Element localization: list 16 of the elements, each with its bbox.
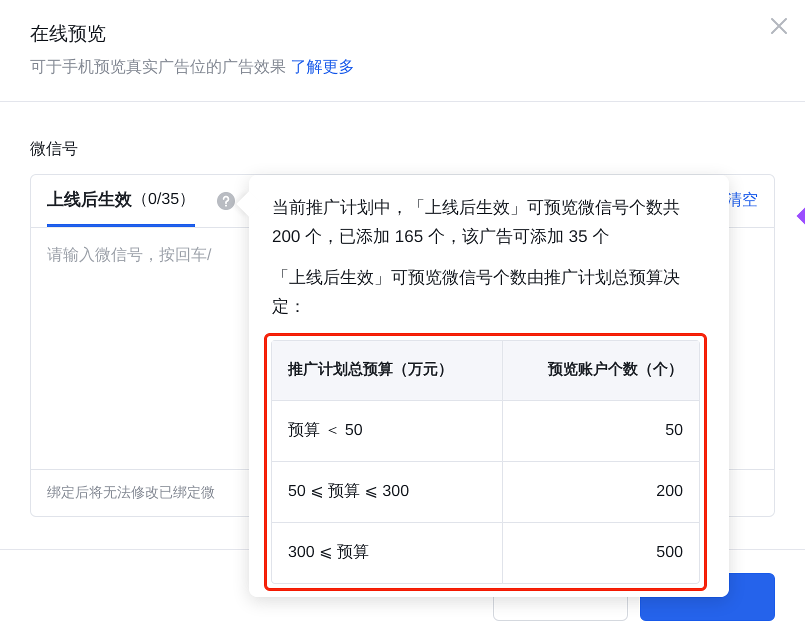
- table-cell: 500: [502, 522, 699, 583]
- dialog-subtitle: 可于手机预览真实广告位的广告效果: [30, 59, 287, 76]
- close-icon: [769, 16, 789, 36]
- tooltip-text: 当前推广计划中，「上线后生效」可预览微信号个数共 200 个，已添加 165 个，该广告可添加 35 个: [272, 197, 681, 248]
- table-cell: 50 ⩽ 预算 ⩽ 300: [272, 461, 502, 522]
- column-header: 预览账户个数（个）: [502, 341, 699, 400]
- footer-note: 绑定后将无法修改已绑定微: [47, 484, 215, 500]
- table-cell: 200: [502, 461, 699, 522]
- table-cell: 预算 ＜ 50: [272, 400, 502, 461]
- table-cell: 300 ⩽ 预算: [272, 522, 502, 583]
- field-label: 微信号: [30, 140, 79, 160]
- learn-more-link[interactable]: 了解更多: [290, 59, 354, 76]
- tooltip-text: 「上线后生效」可预览微信号个数由推广计划总预算决定：: [272, 267, 681, 318]
- dialog-title: 在线预览: [30, 23, 107, 47]
- column-header: 推广计划总预算（万元）: [272, 341, 502, 400]
- table-cell: 50: [502, 400, 699, 461]
